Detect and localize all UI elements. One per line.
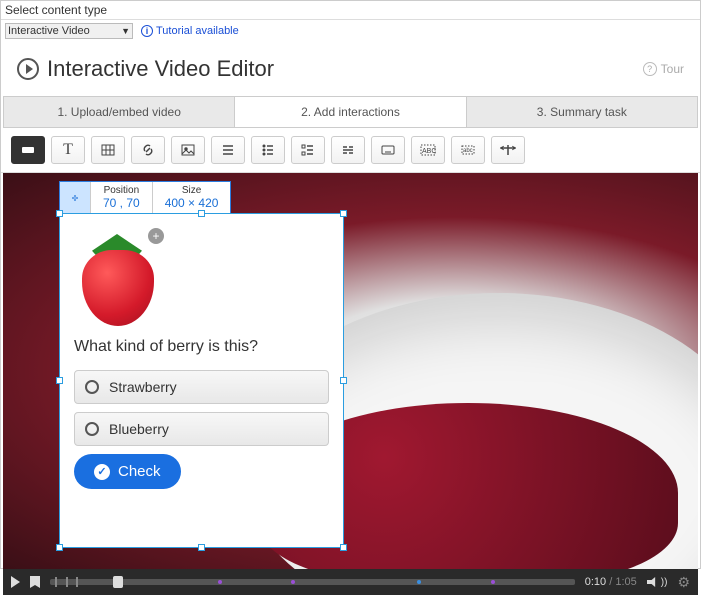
strawberry-image: +	[74, 228, 164, 328]
gear-icon: ⚙	[677, 574, 690, 591]
size-label: Size	[165, 185, 219, 196]
option-strawberry[interactable]: Strawberry	[74, 370, 329, 404]
content-type-label: Select content type	[1, 1, 700, 20]
interaction-marker[interactable]	[218, 580, 222, 584]
statements-tool[interactable]	[211, 136, 245, 164]
crossroads-tool[interactable]	[491, 136, 525, 164]
svg-text:abc: abc	[463, 148, 473, 154]
resize-handle-nw[interactable]	[56, 210, 63, 217]
select-value: Interactive Video	[8, 25, 90, 37]
tutorial-text: Tutorial available	[156, 25, 239, 37]
volume-button[interactable]: ))	[647, 577, 668, 588]
resize-handle-w[interactable]	[56, 377, 63, 384]
content-type-select[interactable]: Interactive Video ▼	[5, 23, 133, 39]
check-button[interactable]: ✓ Check	[74, 454, 181, 489]
move-handle[interactable]	[60, 182, 90, 213]
play-button[interactable]	[11, 576, 20, 588]
video-canvas[interactable]: Position 70 , 70 Size 400 × 420 + What k…	[3, 173, 698, 569]
resize-handle-se[interactable]	[340, 544, 347, 551]
interaction-marker[interactable]	[291, 580, 295, 584]
option-blueberry[interactable]: Blueberry	[74, 412, 329, 446]
mark-words-tool[interactable]: abc	[451, 136, 485, 164]
page-title: Interactive Video Editor	[47, 56, 274, 82]
option-label: Blueberry	[109, 421, 169, 437]
interaction-marker[interactable]	[491, 580, 495, 584]
check-icon: ✓	[94, 464, 110, 480]
resize-handle-ne[interactable]	[340, 210, 347, 217]
current-time: 0:10	[585, 576, 606, 588]
interaction-toolbar: T ABC abc	[1, 128, 700, 173]
check-label: Check	[118, 463, 161, 480]
resize-handle-sw[interactable]	[56, 544, 63, 551]
chevron-down-icon: ▼	[121, 26, 130, 36]
tour-button[interactable]: ? Tour	[643, 62, 684, 76]
total-time: 1:05	[615, 576, 636, 588]
multi-choice-tool[interactable]	[291, 136, 325, 164]
speaker-icon	[647, 577, 659, 587]
play-icon	[11, 576, 20, 588]
help-icon: ?	[643, 62, 657, 76]
resize-handle-s[interactable]	[198, 544, 205, 551]
info-icon: i	[141, 25, 153, 37]
image-tool[interactable]	[171, 136, 205, 164]
position-label: Position	[103, 185, 140, 196]
bookmark-icon	[30, 576, 40, 588]
seek-track[interactable]	[50, 579, 575, 585]
tab-summary[interactable]: 3. Summary task	[466, 97, 697, 127]
video-controls: 0:10 / 1:05 )) ⚙	[3, 569, 698, 595]
question-overlay[interactable]: + What kind of berry is this? Strawberry…	[59, 213, 344, 548]
text-tool[interactable]: T	[51, 136, 85, 164]
position-value: 70 , 70	[103, 196, 140, 210]
svg-text:ABC: ABC	[422, 148, 436, 155]
tutorial-link[interactable]: i Tutorial available	[141, 25, 239, 37]
overlay-info-panel: Position 70 , 70 Size 400 × 420	[59, 181, 231, 214]
tour-label: Tour	[661, 62, 684, 76]
radio-icon	[85, 380, 99, 394]
truefalse-tool[interactable]	[331, 136, 365, 164]
step-tabs: 1. Upload/embed video 2. Add interaction…	[3, 96, 698, 128]
option-label: Strawberry	[109, 379, 177, 395]
resize-handle-n[interactable]	[198, 210, 205, 217]
size-value: 400 × 420	[165, 196, 219, 210]
table-tool[interactable]	[91, 136, 125, 164]
bookmark-marker[interactable]	[417, 580, 421, 584]
link-tool[interactable]	[131, 136, 165, 164]
label-tool[interactable]	[11, 136, 45, 164]
single-choice-tool[interactable]	[251, 136, 285, 164]
time-display: 0:10 / 1:05	[585, 576, 637, 588]
resize-handle-e[interactable]	[340, 377, 347, 384]
tab-interactions[interactable]: 2. Add interactions	[234, 97, 465, 127]
play-circle-icon	[17, 58, 39, 80]
drag-text-tool[interactable]: ABC	[411, 136, 445, 164]
question-text: What kind of berry is this?	[74, 338, 329, 356]
settings-button[interactable]: ⚙	[677, 574, 690, 591]
seek-thumb[interactable]	[113, 576, 123, 588]
fill-blank-tool[interactable]	[371, 136, 405, 164]
tab-upload[interactable]: 1. Upload/embed video	[3, 97, 234, 127]
add-image-button[interactable]: +	[148, 228, 164, 244]
bookmark-button[interactable]	[30, 576, 40, 588]
radio-icon	[85, 422, 99, 436]
